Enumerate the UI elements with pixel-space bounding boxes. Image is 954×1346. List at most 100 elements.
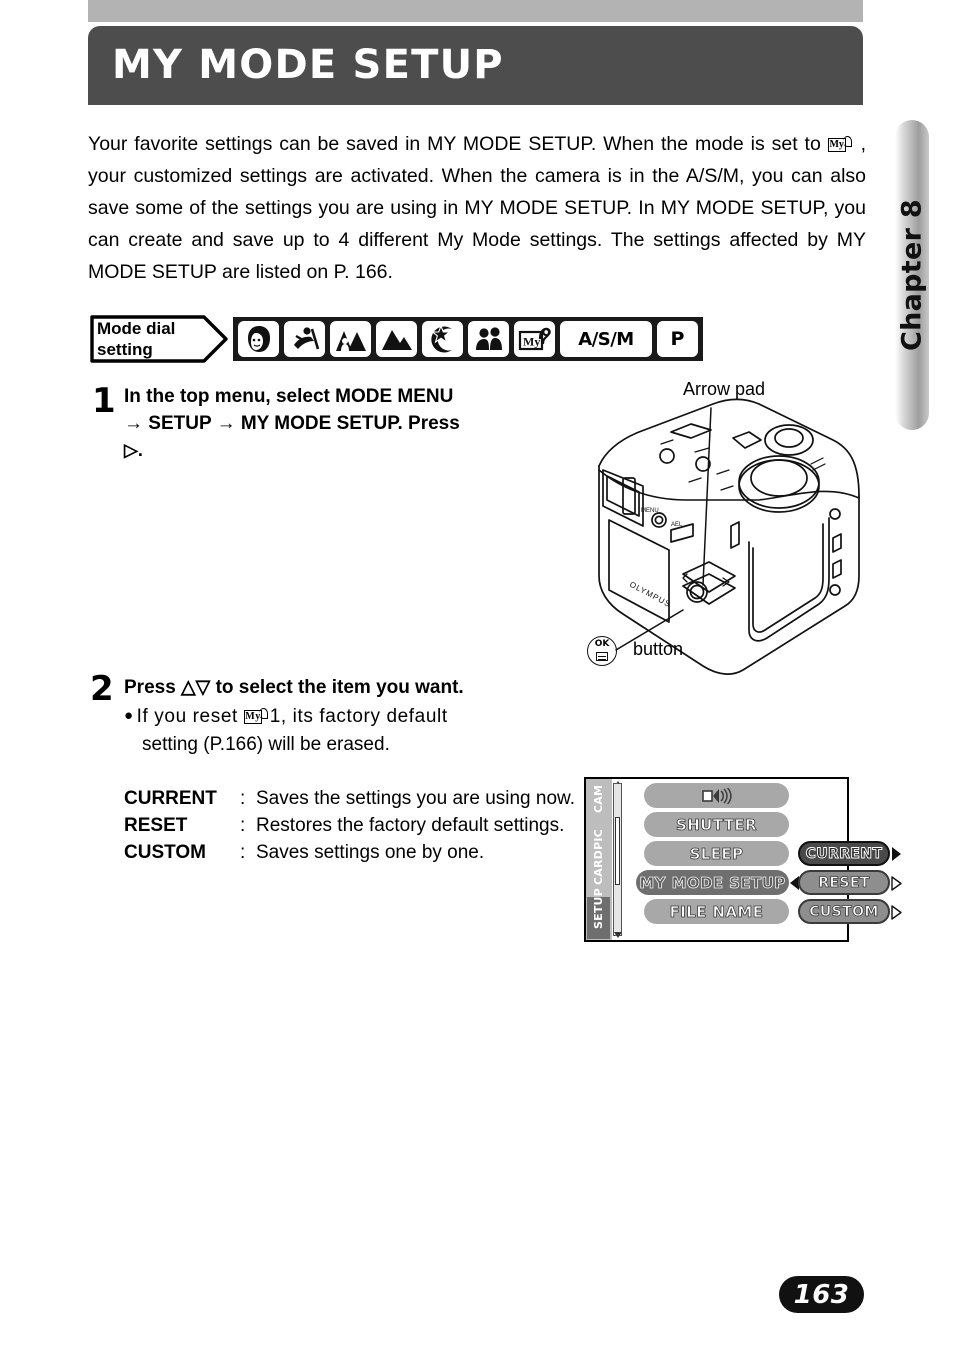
lcd-option-current-label: CURRENT (805, 845, 883, 862)
definition-term: CUSTOM (124, 842, 206, 863)
ok-button-icon: OK (587, 636, 617, 666)
arrow-right-glyph-1: → (124, 413, 143, 434)
definition-description: Saves settings one by one. (256, 842, 485, 863)
lcd-tab-pic[interactable]: PIC (587, 821, 610, 853)
step-2-bullet-b: , its factory default (280, 706, 448, 727)
step-2-bullet: ● If you reset My 1, its factory default s… (124, 702, 576, 759)
step-1-line2: → SETUP → MY MODE SETUP. Press (124, 410, 576, 437)
manual-page: MY MODE SETUP Chapter 8 Your favorite se… (0, 0, 954, 1346)
step-1-line1: In the top menu, select MODE MENU (124, 386, 454, 407)
page-title: MY MODE SETUP (112, 41, 504, 88)
scroll-down-arrow-icon[interactable] (614, 932, 622, 938)
program-mode-icon: P (657, 321, 698, 357)
portrait-landscape-mode-icon (330, 321, 371, 357)
step-2-bullet-index: 1 (269, 706, 281, 727)
arrow-pad-label: Arrow pad (683, 379, 766, 399)
chapter-tab-label: Chapter 8 (896, 198, 928, 352)
step-1-number: 1 (92, 381, 116, 421)
svg-text:MENU: MENU (641, 508, 659, 514)
page-number: 163 (793, 1279, 850, 1310)
lcd-item-beep[interactable] (644, 783, 789, 808)
my-mode-icon: My (243, 708, 270, 725)
intro-paragraph: Your favorite settings can be saved in M… (88, 128, 866, 288)
sports-mode-icon (284, 321, 325, 357)
page-number-pill: 163 (779, 1276, 864, 1313)
lcd-option-reset-label: RESET (818, 874, 870, 891)
arrow-up-glyph: △ (181, 677, 196, 698)
caret-right-filled-icon (892, 847, 901, 861)
definition-term: RESET (124, 815, 188, 836)
lcd-item-sleep-label: SLEEP (689, 844, 744, 863)
lcd-scrollbar-thumb[interactable] (615, 817, 620, 886)
step-1-line3: ▷. (124, 440, 143, 460)
intro-text-part2: , your customized settings are activated… (88, 133, 867, 283)
step-1-body: In the top menu, select MODE MENU → SETU… (124, 383, 576, 464)
caret-right-outline-icon (891, 876, 902, 891)
lcd-item-file-name-label: FILE NAME (669, 902, 764, 921)
mode-dial-label-line1: Mode dial (97, 319, 176, 338)
lcd-option-custom[interactable]: CUSTOM (798, 899, 890, 924)
step-2-bullet-a: If you reset (136, 706, 244, 727)
step-2-heading: Press △▽ to select the item you want. (124, 674, 576, 701)
lcd-option-reset[interactable]: RESET (798, 870, 890, 895)
lcd-option-custom-label: CUSTOM (809, 903, 879, 920)
lcd-item-file-name[interactable]: FILE NAME (644, 899, 789, 924)
definition-colon: : (240, 788, 246, 809)
ok-button-label: button (633, 639, 684, 659)
definition-colon: : (240, 815, 246, 836)
lcd-item-my-mode-setup[interactable]: MY MODE SETUP (636, 870, 789, 895)
asm-mode-label: A/S/M (578, 328, 634, 350)
svg-text:OLYMPUS: OLYMPUS (628, 580, 672, 609)
chapter-tab: Chapter 8 (895, 120, 929, 430)
mode-dial-row: Mode dial setting My A/S/M P (88, 313, 703, 365)
lcd-item-shutter[interactable]: SHUTTER (644, 812, 789, 837)
intro-text-part1: Your favorite settings can be saved in M… (88, 133, 821, 155)
lcd-tab-pic-label: PIC (592, 829, 605, 850)
lcd-menu-items: SHUTTER SLEEP MY MODE SETUP FILE NAME CU… (626, 783, 902, 936)
portrait-mode-icon (238, 321, 279, 357)
definition-list: CURRENT : Saves the settings you are usi… (124, 785, 576, 866)
definition-row: CUSTOM : Saves settings one by one. (124, 839, 576, 866)
caret-right-outline-icon (891, 905, 902, 920)
camera-line-drawing: OLYMPUS MENU AEL (598, 398, 860, 675)
night-scene-mode-icon (422, 321, 463, 357)
step-2-body: Press △▽ to select the item you want. ● I… (124, 674, 576, 759)
my-mode-icon: My (827, 136, 854, 153)
lcd-scrollbar[interactable] (613, 783, 622, 936)
asm-mode-icon: A/S/M (560, 321, 652, 357)
lcd-menu-screenshot: CAM PIC CARD SETUP SHUTTER SLEEP MY MODE… (584, 777, 902, 942)
lcd-option-current[interactable]: CURRENT (798, 841, 890, 866)
lcd-tab-setup[interactable]: SETUP (587, 888, 610, 939)
top-gray-band (88, 0, 863, 22)
mode-dial-icon-strip: My A/S/M P (233, 317, 703, 361)
step-2-heading-a: Press (124, 677, 182, 698)
self-portrait-mode-icon (468, 321, 509, 357)
mode-dial-banner-text: Mode dial setting (97, 318, 205, 360)
definition-colon: : (240, 842, 246, 863)
step-1-setup-label: SETUP (148, 413, 212, 434)
camera-illustration: Arrow pad OLYMPUS MENU AEL OK button (583, 378, 873, 678)
lcd-tab-cam[interactable]: CAM (587, 783, 610, 819)
lcd-tab-strip: CAM PIC CARD SETUP (586, 779, 612, 940)
lcd-tab-cam-label: CAM (592, 784, 605, 813)
svg-text:AEL: AEL (671, 522, 683, 528)
definition-row: RESET : Restores the factory default set… (124, 812, 576, 839)
lcd-tab-card-label: CARD (592, 850, 605, 885)
lcd-item-sleep[interactable]: SLEEP (644, 841, 789, 866)
arrow-down-glyph: ▽ (195, 677, 211, 698)
mode-dial-label-line2: setting (97, 340, 153, 359)
step-2-number: 2 (90, 669, 114, 709)
beep-speaker-icon (701, 786, 732, 805)
arrow-right-glyph-2: → (216, 413, 236, 434)
definition-description: Saves the settings you are using now. (256, 788, 575, 809)
bullet-dot-icon: ● (124, 707, 134, 724)
lcd-item-my-mode-setup-label: MY MODE SETUP (639, 873, 786, 892)
step-1-mymodesetup-label: MY MODE SETUP. Press (240, 413, 460, 434)
page-header: MY MODE SETUP (88, 26, 863, 105)
my-mode-icon: My (514, 321, 555, 357)
lcd-tab-setup-label: SETUP (592, 888, 605, 929)
mode-dial-banner: Mode dial setting (88, 313, 230, 365)
definition-row: CURRENT : Saves the settings you are usi… (124, 785, 576, 812)
step-2-bullet-c: setting (P.166) will be erased. (142, 734, 390, 755)
definition-description: Restores the factory default settings. (256, 815, 565, 836)
